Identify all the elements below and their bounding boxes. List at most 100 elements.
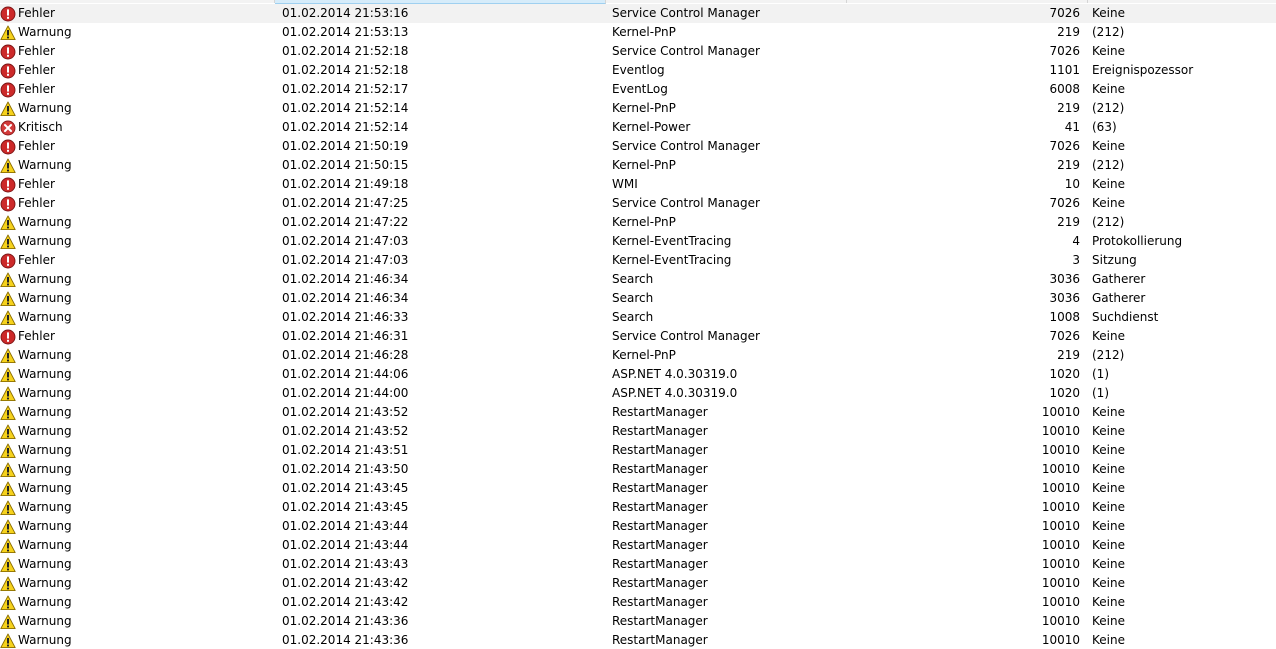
event-row[interactable]: Fehler 01.02.2014 21:52:17 EventLog 6008… (0, 80, 1276, 99)
source-cell: Service Control Manager (612, 139, 760, 153)
event-id-cell: 7026 (1049, 6, 1080, 20)
event-row[interactable]: Warnung 01.02.2014 21:44:06 ASP.NET 4.0.… (0, 365, 1276, 384)
column-header-level[interactable] (0, 0, 275, 3)
level-cell: Fehler (0, 194, 270, 213)
event-row[interactable]: Warnung 01.02.2014 21:43:44 RestartManag… (0, 517, 1276, 536)
warning-icon (0, 424, 16, 440)
level-label: Warnung (18, 538, 72, 552)
event-id-cell: 3036 (1049, 291, 1080, 305)
source-cell: Search (612, 291, 654, 305)
event-id-cell: 3 (1072, 253, 1080, 267)
column-header-task[interactable] (1088, 0, 1276, 3)
task-category-cell: (212) (1092, 348, 1125, 362)
event-list[interactable]: Fehler 01.02.2014 21:53:16 Service Contr… (0, 0, 1276, 649)
task-category-cell: Sitzung (1092, 253, 1137, 267)
source-cell: ASP.NET 4.0.30319.0 (612, 386, 738, 400)
task-category-cell: Keine (1092, 405, 1125, 419)
event-row[interactable]: Warnung 01.02.2014 21:47:22 Kernel-PnP 2… (0, 213, 1276, 232)
level-cell: Warnung (0, 270, 270, 289)
source-cell: ASP.NET 4.0.30319.0 (612, 367, 738, 381)
error-icon (0, 63, 16, 79)
event-row[interactable]: Warnung 01.02.2014 21:47:03 Kernel-Event… (0, 232, 1276, 251)
column-header-id[interactable] (847, 0, 1088, 3)
warning-icon (0, 158, 16, 174)
event-row[interactable]: Fehler 01.02.2014 21:46:31 Service Contr… (0, 327, 1276, 346)
event-row[interactable]: Warnung 01.02.2014 21:46:28 Kernel-PnP 2… (0, 346, 1276, 365)
task-category-cell: (212) (1092, 158, 1125, 172)
event-id-cell: 10010 (1041, 405, 1080, 419)
date-cell: 01.02.2014 21:43:36 (282, 614, 409, 628)
task-category-cell: Keine (1092, 500, 1125, 514)
event-id-cell: 6008 (1049, 82, 1080, 96)
event-row[interactable]: Fehler 01.02.2014 21:53:16 Service Contr… (0, 4, 1276, 23)
date-cell: 01.02.2014 21:53:13 (282, 25, 409, 39)
source-cell: RestartManager (612, 557, 708, 571)
source-cell: RestartManager (612, 462, 708, 476)
date-cell: 01.02.2014 21:52:18 (282, 63, 409, 77)
event-row[interactable]: Warnung 01.02.2014 21:43:51 RestartManag… (0, 441, 1276, 460)
event-row[interactable]: Warnung 01.02.2014 21:43:45 RestartManag… (0, 479, 1276, 498)
level-label: Warnung (18, 519, 72, 533)
event-id-cell: 10010 (1041, 633, 1080, 647)
event-row[interactable]: Warnung 01.02.2014 21:46:34 Search 3036 … (0, 270, 1276, 289)
event-row[interactable]: Fehler 01.02.2014 21:52:18 Service Contr… (0, 42, 1276, 61)
date-cell: 01.02.2014 21:53:16 (282, 6, 409, 20)
event-row[interactable]: Warnung 01.02.2014 21:43:52 RestartManag… (0, 422, 1276, 441)
event-row[interactable]: Warnung 01.02.2014 21:43:43 RestartManag… (0, 555, 1276, 574)
level-cell: Warnung (0, 213, 270, 232)
source-cell: RestartManager (612, 424, 708, 438)
event-row[interactable]: Fehler 01.02.2014 21:47:03 Kernel-EventT… (0, 251, 1276, 270)
warning-icon (0, 215, 16, 231)
event-row[interactable]: Warnung 01.02.2014 21:43:36 RestartManag… (0, 631, 1276, 649)
event-row[interactable]: Warnung 01.02.2014 21:46:33 Search 1008 … (0, 308, 1276, 327)
task-category-cell: Suchdienst (1092, 310, 1159, 324)
event-row[interactable]: Fehler 01.02.2014 21:49:18 WMI 10 Keine (0, 175, 1276, 194)
level-label: Fehler (18, 44, 55, 58)
event-row[interactable]: Warnung 01.02.2014 21:46:34 Search 3036 … (0, 289, 1276, 308)
task-category-cell: Keine (1092, 6, 1125, 20)
event-row[interactable]: Warnung 01.02.2014 21:52:14 Kernel-PnP 2… (0, 99, 1276, 118)
event-row[interactable]: Fehler 01.02.2014 21:52:18 Eventlog 1101… (0, 61, 1276, 80)
task-category-cell: Keine (1092, 595, 1125, 609)
task-category-cell: Protokollierung (1092, 234, 1183, 248)
level-cell: Warnung (0, 555, 270, 574)
event-row[interactable]: Fehler 01.02.2014 21:50:19 Service Contr… (0, 137, 1276, 156)
source-cell: Service Control Manager (612, 6, 760, 20)
event-row[interactable]: Warnung 01.02.2014 21:44:00 ASP.NET 4.0.… (0, 384, 1276, 403)
task-category-cell: Keine (1092, 538, 1125, 552)
event-row[interactable]: Warnung 01.02.2014 21:43:36 RestartManag… (0, 612, 1276, 631)
event-row[interactable]: Warnung 01.02.2014 21:50:15 Kernel-PnP 2… (0, 156, 1276, 175)
task-category-cell: Keine (1092, 443, 1125, 457)
event-row[interactable]: Warnung 01.02.2014 21:43:42 RestartManag… (0, 574, 1276, 593)
level-label: Warnung (18, 101, 72, 115)
event-row[interactable]: Warnung 01.02.2014 21:53:13 Kernel-PnP 2… (0, 23, 1276, 42)
source-cell: RestartManager (612, 405, 708, 419)
event-row[interactable]: Kritisch 01.02.2014 21:52:14 Kernel-Powe… (0, 118, 1276, 137)
level-label: Warnung (18, 386, 72, 400)
level-cell: Warnung (0, 346, 270, 365)
level-cell: Fehler (0, 61, 270, 80)
date-cell: 01.02.2014 21:47:22 (282, 215, 409, 229)
event-row[interactable]: Warnung 01.02.2014 21:43:44 RestartManag… (0, 536, 1276, 555)
event-row[interactable]: Warnung 01.02.2014 21:43:42 RestartManag… (0, 593, 1276, 612)
event-id-cell: 7026 (1049, 196, 1080, 210)
event-row[interactable]: Warnung 01.02.2014 21:43:50 RestartManag… (0, 460, 1276, 479)
date-cell: 01.02.2014 21:52:18 (282, 44, 409, 58)
warning-icon (0, 557, 16, 573)
task-category-cell: Keine (1092, 519, 1125, 533)
source-cell: WMI (612, 177, 638, 191)
event-row[interactable]: Fehler 01.02.2014 21:47:25 Service Contr… (0, 194, 1276, 213)
event-row[interactable]: Warnung 01.02.2014 21:43:52 RestartManag… (0, 403, 1276, 422)
column-header-source[interactable] (606, 0, 847, 3)
event-id-cell: 10010 (1041, 557, 1080, 571)
event-id-cell: 219 (1057, 158, 1080, 172)
level-label: Warnung (18, 481, 72, 495)
date-cell: 01.02.2014 21:50:15 (282, 158, 409, 172)
task-category-cell: Keine (1092, 576, 1125, 590)
event-id-cell: 7026 (1049, 44, 1080, 58)
source-cell: Kernel-PnP (612, 101, 676, 115)
event-id-cell: 10010 (1041, 519, 1080, 533)
source-cell: RestartManager (612, 519, 708, 533)
level-label: Warnung (18, 576, 72, 590)
event-row[interactable]: Warnung 01.02.2014 21:43:45 RestartManag… (0, 498, 1276, 517)
